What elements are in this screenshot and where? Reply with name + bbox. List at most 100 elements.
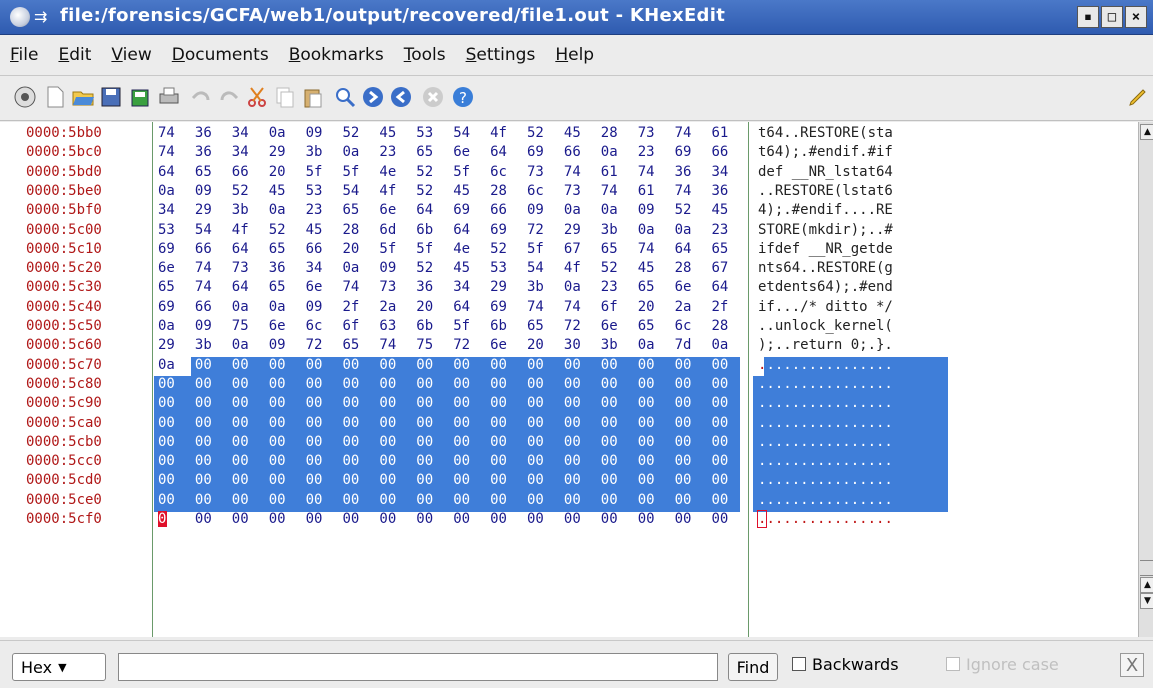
- hex-byte[interactable]: 20: [638, 299, 660, 315]
- hex-byte[interactable]: 00: [232, 511, 254, 527]
- hex-byte[interactable]: 45: [638, 260, 660, 276]
- forward-icon[interactable]: [360, 84, 386, 110]
- hex-byte[interactable]: 00: [306, 511, 328, 527]
- hex-byte[interactable]: 00: [490, 415, 512, 431]
- hex-byte[interactable]: 00: [343, 357, 365, 373]
- hex-byte[interactable]: 0a: [638, 222, 660, 238]
- hex-byte[interactable]: 66: [564, 144, 586, 160]
- ascii-text[interactable]: STORE(mkdir);..#: [758, 222, 893, 238]
- hex-byte[interactable]: 00: [232, 434, 254, 450]
- hex-byte[interactable]: 00: [158, 472, 180, 488]
- hex-byte[interactable]: 00: [416, 434, 438, 450]
- hex-byte[interactable]: 3b: [601, 222, 623, 238]
- hex-byte[interactable]: 52: [601, 260, 623, 276]
- hex-byte[interactable]: 00: [306, 492, 328, 508]
- hex-byte[interactable]: 3b: [306, 144, 328, 160]
- hex-byte[interactable]: 34: [232, 144, 254, 160]
- hex-byte[interactable]: 74: [527, 299, 549, 315]
- hex-byte[interactable]: 28: [490, 183, 512, 199]
- hex-byte[interactable]: 6c: [675, 318, 697, 334]
- hex-byte[interactable]: 28: [712, 318, 734, 334]
- hex-byte[interactable]: 72: [306, 337, 328, 353]
- hex-byte[interactable]: 00: [379, 511, 401, 527]
- hex-byte[interactable]: 34: [232, 125, 254, 141]
- hex-byte[interactable]: 00: [269, 434, 291, 450]
- hex-byte[interactable]: 00: [158, 511, 175, 527]
- hex-byte[interactable]: 00: [601, 511, 623, 527]
- hex-byte[interactable]: 64: [416, 202, 438, 218]
- hex-byte[interactable]: 00: [675, 511, 697, 527]
- hex-byte[interactable]: 72: [564, 318, 586, 334]
- hex-byte[interactable]: 65: [638, 279, 660, 295]
- hex-row[interactable]: 0000:5c20 6e 74 73 36 34 0a 09 52 45 53 54 4f 52 45 28 6…: [0, 260, 1138, 279]
- hex-byte[interactable]: 00: [675, 395, 697, 411]
- hex-byte[interactable]: 45: [379, 125, 401, 141]
- ascii-text[interactable]: );..return 0;.}.: [758, 337, 893, 353]
- hex-byte[interactable]: 00: [306, 357, 328, 373]
- hex-byte[interactable]: 3b: [195, 337, 217, 353]
- hex-byte[interactable]: 69: [158, 241, 180, 257]
- hex-byte[interactable]: 00: [269, 376, 291, 392]
- save-icon[interactable]: [98, 84, 124, 110]
- hex-byte[interactable]: 6e: [601, 318, 623, 334]
- hex-byte[interactable]: 00: [195, 357, 217, 373]
- hex-row[interactable]: 0000:5c70 0a 00 00 00 00 00 00 00 00 00 00 00 00 00 00 0…: [0, 356, 1138, 377]
- hex-byte[interactable]: 00: [601, 376, 623, 392]
- hex-byte[interactable]: 00: [453, 434, 475, 450]
- hex-byte[interactable]: 00: [490, 357, 512, 373]
- hex-byte[interactable]: 61: [712, 125, 734, 141]
- hex-byte[interactable]: 36: [269, 260, 291, 276]
- hex-byte[interactable]: 5f: [379, 241, 401, 257]
- hex-byte[interactable]: 00: [638, 434, 660, 450]
- menu-bookmarks[interactable]: Bookmarks: [279, 45, 394, 65]
- undo-icon[interactable]: [188, 84, 214, 110]
- ascii-text[interactable]: ................: [758, 453, 893, 469]
- hex-byte[interactable]: 6e: [269, 318, 291, 334]
- hex-byte[interactable]: 00: [232, 395, 254, 411]
- hex-byte[interactable]: 00: [490, 492, 512, 508]
- hex-byte[interactable]: 00: [564, 376, 586, 392]
- hex-byte[interactable]: 00: [675, 472, 697, 488]
- ascii-text[interactable]: def __NR_lstat64: [758, 164, 893, 180]
- hex-byte[interactable]: 4e: [379, 164, 401, 180]
- hex-byte[interactable]: 53: [416, 125, 438, 141]
- hex-byte[interactable]: 65: [601, 241, 623, 257]
- hex-byte[interactable]: 0a: [564, 279, 586, 295]
- hex-row[interactable]: 0000:5c50 0a 09 75 6e 6c 6f 63 6b 5f 6b 65 72 6e 65 6c 2…: [0, 318, 1138, 337]
- menu-file[interactable]: File: [0, 45, 48, 65]
- hex-row[interactable]: 0000:5bc0 74 36 34 29 3b 0a 23 65 6e 64 69 66 0a 23 69 6…: [0, 144, 1138, 163]
- hex-byte[interactable]: 00: [712, 376, 734, 392]
- hex-byte[interactable]: 00: [343, 511, 365, 527]
- backwards-checkbox[interactable]: [792, 657, 806, 671]
- ascii-text[interactable]: ................: [756, 510, 893, 528]
- hex-byte[interactable]: 65: [269, 241, 291, 257]
- hex-byte[interactable]: 00: [379, 376, 401, 392]
- hex-byte[interactable]: 6c: [527, 183, 549, 199]
- hex-byte[interactable]: 3b: [527, 279, 549, 295]
- hex-byte[interactable]: 00: [416, 376, 438, 392]
- hex-byte[interactable]: 6f: [601, 299, 623, 315]
- hex-byte[interactable]: 69: [527, 144, 549, 160]
- hex-byte[interactable]: 65: [527, 318, 549, 334]
- stop-icon[interactable]: [420, 84, 446, 110]
- app-icon[interactable]: [10, 7, 30, 27]
- hex-byte[interactable]: 00: [158, 395, 180, 411]
- hex-byte[interactable]: 00: [416, 511, 438, 527]
- hex-byte[interactable]: 00: [490, 453, 512, 469]
- hex-byte[interactable]: 36: [195, 125, 217, 141]
- hex-byte[interactable]: 00: [343, 453, 365, 469]
- hex-byte[interactable]: 00: [416, 357, 438, 373]
- hex-row[interactable]: 0000:5c90 00 00 00 00 00 00 00 00 00 00 00 00 00 00 00 0…: [0, 395, 1138, 416]
- hex-byte[interactable]: 67: [712, 260, 734, 276]
- menu-view[interactable]: View: [101, 45, 161, 65]
- hex-byte[interactable]: 0a: [675, 222, 697, 238]
- hex-byte[interactable]: 00: [379, 395, 401, 411]
- hex-byte[interactable]: 53: [306, 183, 328, 199]
- hex-byte[interactable]: 0a: [158, 357, 180, 373]
- hex-byte[interactable]: 61: [638, 183, 660, 199]
- ascii-text[interactable]: ................: [758, 472, 893, 488]
- hex-row[interactable]: 0000:5ce0 00 00 00 00 00 00 00 00 00 00 00 00 00 00 00 0…: [0, 491, 1138, 512]
- hex-byte[interactable]: 6e: [675, 279, 697, 295]
- hex-byte[interactable]: 00: [232, 492, 254, 508]
- hex-byte[interactable]: 6c: [306, 318, 328, 334]
